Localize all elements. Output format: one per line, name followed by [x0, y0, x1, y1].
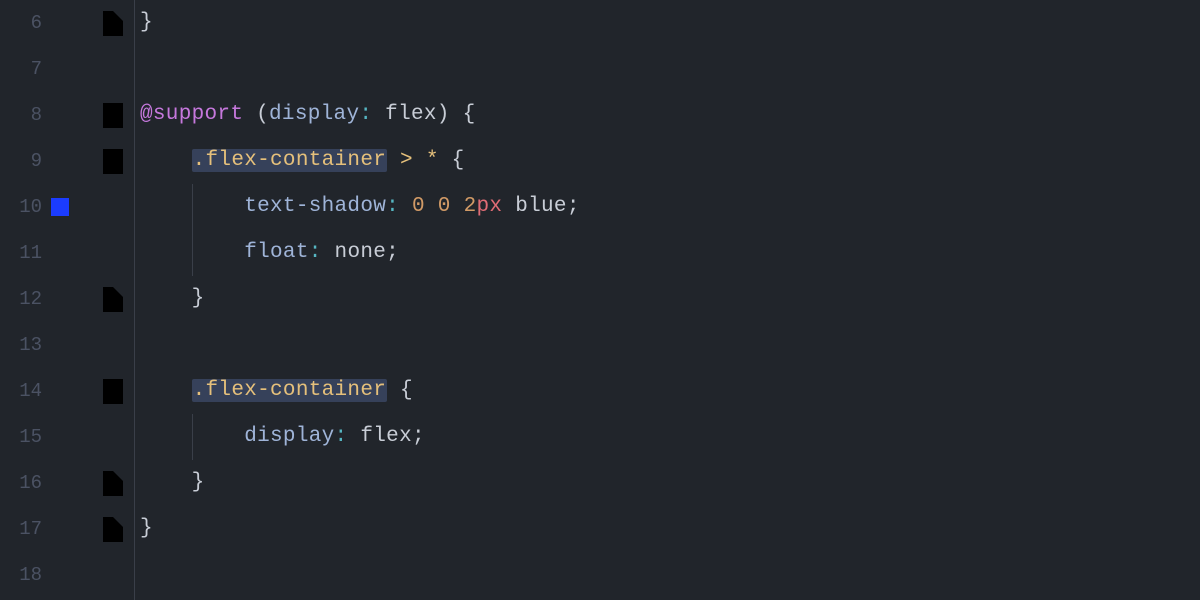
fold-open-icon[interactable]	[98, 98, 128, 133]
fold-gutter[interactable]	[98, 6, 128, 41]
code-line[interactable]: 15 display: flex;	[0, 414, 1200, 460]
line-number: 12	[0, 276, 42, 322]
code-content[interactable]: .flex-container {	[128, 368, 1200, 414]
fold-close-icon[interactable]	[98, 512, 128, 547]
line-number: 11	[0, 230, 42, 276]
line-number: 17	[0, 506, 42, 552]
fold-close-icon[interactable]	[98, 282, 128, 317]
code-line[interactable]: 7	[0, 46, 1200, 92]
code-content[interactable]: text-shadow: 0 0 2px blue;	[128, 184, 1200, 230]
fold-gutter[interactable]	[98, 466, 128, 501]
line-number: 8	[0, 92, 42, 138]
code-line[interactable]: 12 }	[0, 276, 1200, 322]
code-line[interactable]: 9 .flex-container > * {	[0, 138, 1200, 184]
fold-gutter[interactable]	[98, 98, 128, 133]
code-line[interactable]: 11 float: none;	[0, 230, 1200, 276]
code-line[interactable]: 16 }	[0, 460, 1200, 506]
line-number: 16	[0, 460, 42, 506]
fold-gutter[interactable]	[98, 374, 128, 409]
fold-open-icon[interactable]	[98, 144, 128, 179]
code-editor[interactable]: 6 } 7 8 @support (display: flex) { 9 .fl…	[0, 0, 1200, 600]
fold-gutter[interactable]	[98, 144, 128, 179]
line-number: 18	[0, 552, 42, 598]
fold-gutter[interactable]	[98, 282, 128, 317]
code-line[interactable]: 6 }	[0, 0, 1200, 46]
line-number: 15	[0, 414, 42, 460]
code-content[interactable]: float: none;	[128, 230, 1200, 276]
line-number: 14	[0, 368, 42, 414]
code-line[interactable]: 8 @support (display: flex) {	[0, 92, 1200, 138]
line-number: 13	[0, 322, 42, 368]
line-number: 10	[0, 184, 42, 230]
code-content[interactable]: }	[128, 460, 1200, 506]
code-content[interactable]: @support (display: flex) {	[128, 92, 1200, 138]
gutter-marker-icon[interactable]	[51, 198, 69, 216]
line-number: 9	[0, 138, 42, 184]
fold-close-icon[interactable]	[98, 6, 128, 41]
fold-gutter[interactable]	[98, 512, 128, 547]
line-number: 6	[0, 0, 42, 46]
marker-gutter[interactable]	[42, 198, 78, 216]
code-line[interactable]: 17 }	[0, 506, 1200, 552]
code-line[interactable]: 14 .flex-container {	[0, 368, 1200, 414]
code-line[interactable]: 18	[0, 552, 1200, 598]
code-content[interactable]: }	[128, 276, 1200, 322]
fold-close-icon[interactable]	[98, 466, 128, 501]
code-content[interactable]: display: flex;	[128, 414, 1200, 460]
code-content[interactable]: }	[128, 0, 1200, 46]
line-number: 7	[0, 46, 42, 92]
code-line[interactable]: 13	[0, 322, 1200, 368]
code-content[interactable]: .flex-container > * {	[128, 138, 1200, 184]
code-line[interactable]: 10 text-shadow: 0 0 2px blue;	[0, 184, 1200, 230]
code-content[interactable]: }	[128, 506, 1200, 552]
fold-open-icon[interactable]	[98, 374, 128, 409]
indent-vertical-guide	[134, 0, 135, 600]
